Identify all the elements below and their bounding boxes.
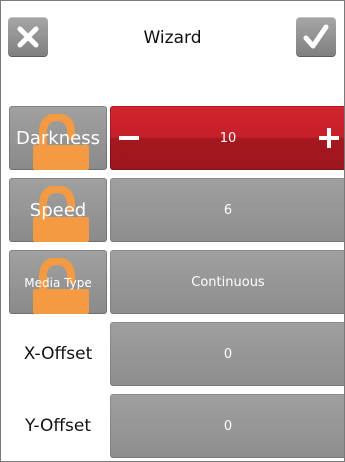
speed-lock-button[interactable]: Speed [9, 178, 107, 242]
increase-button[interactable] [314, 106, 344, 170]
darkness-value-field[interactable]: 10 [110, 106, 344, 170]
check-icon [303, 24, 329, 49]
speed-value-field[interactable]: 6 [110, 178, 344, 242]
x-offset-value-field[interactable]: 0 [110, 322, 344, 386]
decrease-button[interactable] [114, 106, 144, 170]
darkness-lock-button[interactable]: Darkness [9, 106, 107, 170]
x-offset-label: X-Offset [23, 344, 93, 364]
wizard-screen: Wizard Darkness 10 Speed 6 Media Type Co… [0, 0, 345, 462]
speed-value: 6 [223, 202, 233, 218]
x-offset-value: 0 [223, 346, 233, 362]
media-type-value-field[interactable]: Continuous [110, 250, 344, 314]
media-type-label: Media Type [24, 275, 92, 290]
plus-icon [319, 128, 339, 148]
media-type-value: Continuous [191, 274, 265, 290]
y-offset-label: Y-Offset [24, 416, 92, 436]
media-type-lock-button[interactable]: Media Type [9, 250, 107, 314]
y-offset-value-field[interactable]: 0 [110, 394, 344, 458]
darkness-label: Darkness [16, 127, 100, 149]
minus-icon [119, 136, 139, 140]
page-title: Wizard [143, 28, 202, 48]
y-offset-value: 0 [223, 418, 233, 434]
confirm-button[interactable] [296, 17, 336, 57]
darkness-value: 10 [219, 130, 237, 146]
speed-label: Speed [29, 199, 87, 221]
